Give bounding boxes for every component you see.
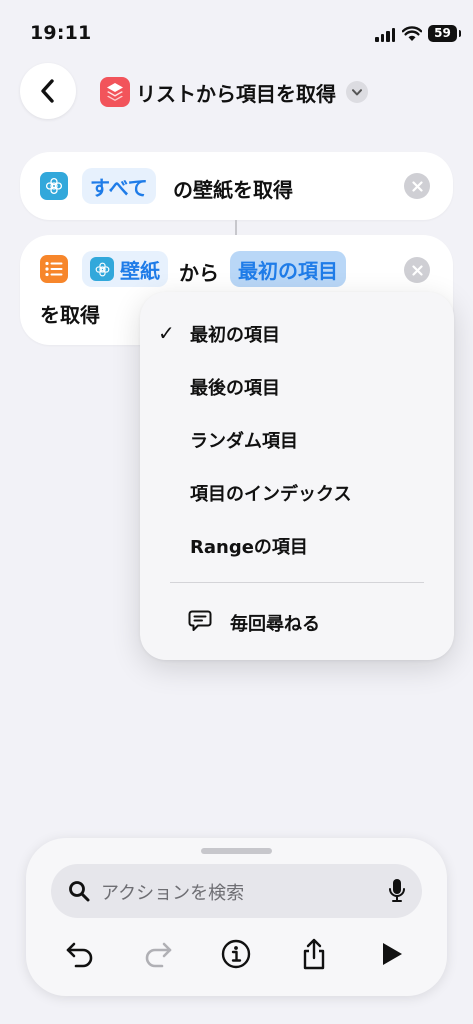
wifi-icon bbox=[402, 26, 422, 41]
menu-item-first[interactable]: ✓ 最初の項目 bbox=[140, 307, 454, 357]
remove-action-button[interactable] bbox=[404, 257, 430, 283]
checkmark-icon: ✓ bbox=[158, 321, 175, 345]
menu-item-index[interactable]: 項目のインデックス bbox=[140, 466, 454, 516]
get-text: を取得 bbox=[40, 303, 100, 327]
menu-item-label: 最初の項目 bbox=[190, 325, 280, 346]
search-icon bbox=[69, 881, 90, 902]
shortcuts-app-icon bbox=[100, 77, 130, 107]
cellular-signal-icon bbox=[375, 28, 397, 42]
from-text: から bbox=[179, 261, 219, 285]
play-icon bbox=[383, 943, 402, 965]
wallpaper-variable-token[interactable]: 壁紙 bbox=[82, 251, 168, 287]
remove-action-button[interactable] bbox=[404, 173, 430, 199]
menu-item-random[interactable]: ランダム項目 bbox=[140, 413, 454, 463]
undo-button[interactable] bbox=[60, 934, 100, 974]
undo-icon bbox=[66, 942, 93, 968]
menu-item-label: 最後の項目 bbox=[190, 378, 280, 399]
speech-bubble-icon[interactable] bbox=[188, 610, 212, 632]
variable-label: 壁紙 bbox=[120, 258, 160, 283]
info-icon bbox=[221, 939, 251, 969]
menu-item-last[interactable]: 最後の項目 bbox=[140, 360, 454, 410]
microphone-icon[interactable] bbox=[388, 878, 406, 904]
item-type-menu: ✓ 最初の項目 最後の項目 ランダム項目 項目のインデックス Rangeの項目 … bbox=[140, 292, 454, 660]
page-title: リストから項目を取得 bbox=[136, 81, 336, 106]
redo-icon bbox=[145, 942, 172, 968]
chevron-down-icon[interactable] bbox=[346, 81, 368, 103]
chevron-left-icon bbox=[41, 79, 54, 103]
menu-item-label: ランダム項目 bbox=[190, 431, 298, 452]
wallpaper-icon bbox=[40, 172, 68, 200]
bottom-action-panel: アクションを検索 bbox=[26, 838, 447, 996]
close-icon bbox=[411, 180, 423, 192]
menu-item-label: 項目のインデックス bbox=[190, 484, 352, 505]
share-button[interactable] bbox=[294, 934, 334, 974]
menu-item-range[interactable]: Rangeの項目 bbox=[140, 519, 454, 569]
action-text: の壁紙を取得 bbox=[173, 178, 293, 202]
ask-each-time-option[interactable]: 毎回尋ねる bbox=[230, 610, 320, 636]
wallpaper-icon bbox=[90, 257, 114, 281]
share-icon bbox=[303, 938, 325, 970]
nav-title-menu[interactable]: リストから項目を取得 bbox=[100, 76, 368, 108]
close-icon bbox=[411, 264, 423, 276]
menu-divider bbox=[170, 582, 424, 583]
item-type-token[interactable]: 最初の項目 bbox=[230, 251, 346, 287]
menu-item-label: Rangeの項目 bbox=[190, 537, 308, 558]
search-placeholder: アクションを検索 bbox=[101, 883, 245, 904]
status-time: 19:11 bbox=[30, 22, 92, 44]
status-bar: 19:11 59 bbox=[0, 0, 473, 60]
sheet-grabber[interactable] bbox=[201, 848, 272, 854]
action-search-input[interactable]: アクションを検索 bbox=[51, 864, 422, 918]
run-button[interactable] bbox=[372, 934, 412, 974]
redo-button[interactable] bbox=[138, 934, 178, 974]
get-wallpaper-action-card[interactable]: すべて の壁紙を取得 bbox=[20, 152, 453, 220]
action-connector bbox=[235, 220, 237, 235]
all-wallpapers-token[interactable]: すべて bbox=[82, 168, 156, 204]
info-button[interactable] bbox=[216, 934, 256, 974]
list-icon bbox=[40, 255, 68, 283]
battery-icon: 59 bbox=[428, 25, 461, 42]
back-button[interactable] bbox=[20, 63, 76, 119]
